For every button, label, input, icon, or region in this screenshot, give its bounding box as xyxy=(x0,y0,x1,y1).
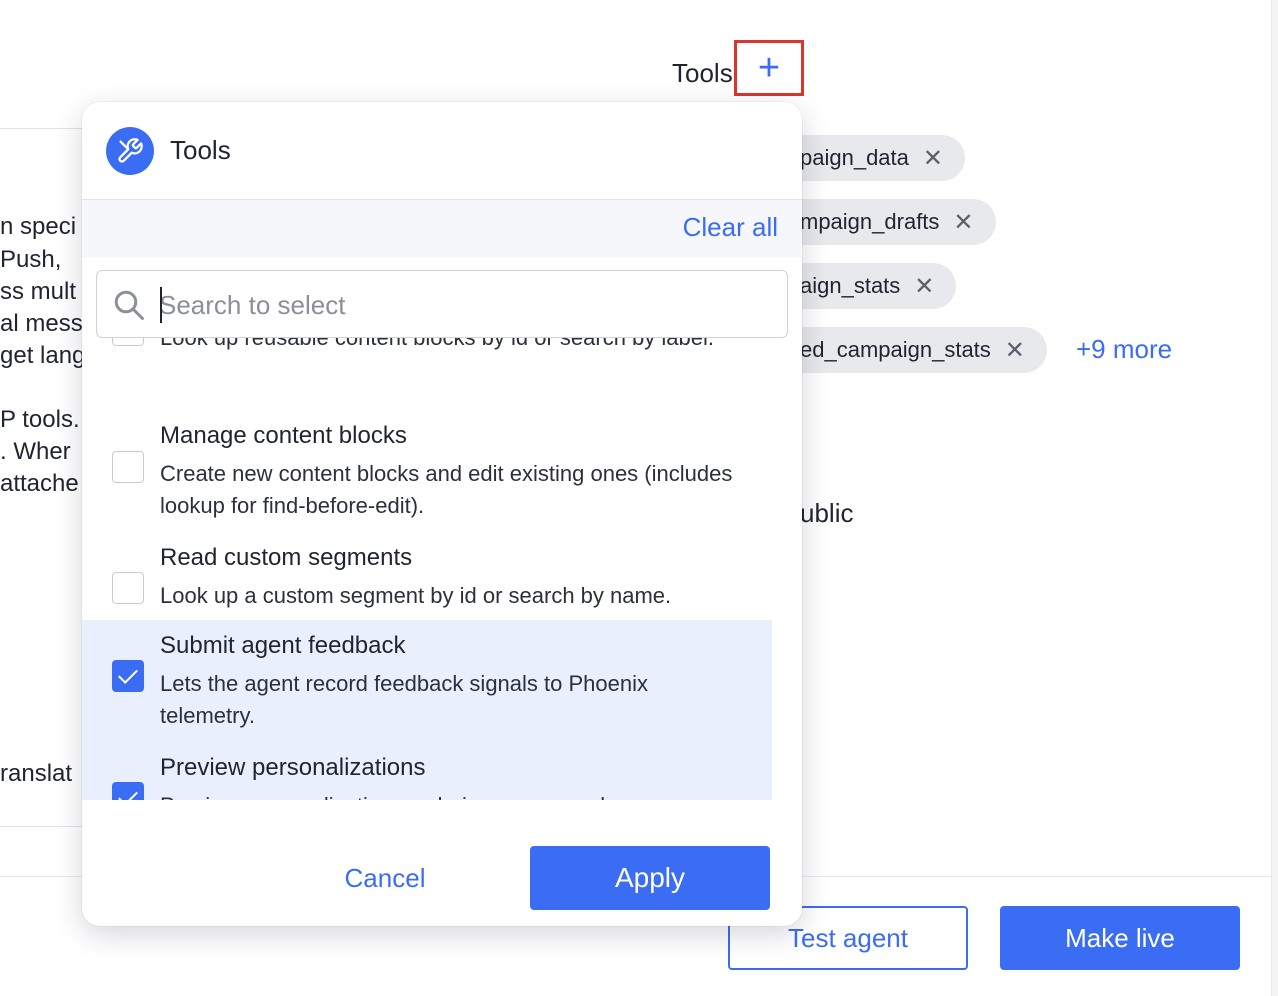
tools-icon xyxy=(106,127,154,175)
tool-option[interactable]: Manage content blocks Create new content… xyxy=(82,420,772,532)
tool-options-list[interactable]: Look up reusable content blocks by id or… xyxy=(82,338,772,800)
background-text-line: attache xyxy=(0,470,79,497)
tool-option[interactable]: Look up reusable content blocks by id or… xyxy=(82,338,772,408)
search-field[interactable] xyxy=(96,270,788,338)
cancel-button[interactable]: Cancel xyxy=(310,846,460,910)
search-input[interactable] xyxy=(159,285,759,325)
popover-header: Tools xyxy=(82,102,802,200)
text-caret xyxy=(160,287,162,323)
add-tool-button[interactable]: + xyxy=(734,40,804,96)
background-text-line: al mess xyxy=(0,310,83,337)
tool-checkbox[interactable] xyxy=(112,782,144,800)
clear-all-button[interactable]: Clear all xyxy=(683,212,778,243)
background-text-line: ss mult xyxy=(0,278,77,305)
popover-toolbar: Clear all xyxy=(82,200,802,258)
tools-popover: Tools Clear all Look up reusable content… xyxy=(82,102,802,926)
visibility-value: ublic xyxy=(800,498,854,528)
background-text-line: ranslat xyxy=(0,760,73,787)
popover-title: Tools xyxy=(170,135,231,165)
scrollbar-rail xyxy=(1272,0,1278,996)
tool-option-title: Preview personalizations xyxy=(160,754,426,781)
background-text-line: n speci xyxy=(0,213,77,240)
plus-icon: + xyxy=(757,47,781,89)
background-text-line: P tools. xyxy=(0,406,80,433)
search-icon xyxy=(114,290,144,320)
background-text-line: Push, xyxy=(0,246,62,273)
close-icon[interactable]: ✕ xyxy=(914,272,934,301)
tool-option-description: Create new content blocks and edit exist… xyxy=(160,461,733,518)
tool-option-title: Read custom segments xyxy=(160,544,413,571)
close-icon[interactable]: ✕ xyxy=(923,144,943,173)
tool-checkbox[interactable] xyxy=(112,660,144,692)
make-live-button[interactable]: Make live xyxy=(1000,906,1240,970)
tool-option-description: Lets the agent record feedback signals t… xyxy=(160,671,648,728)
tool-chip-label: mpaign_drafts xyxy=(800,209,940,234)
background-text-line: . Wher xyxy=(0,438,71,465)
tool-option-description: Look up reusable content blocks by id or… xyxy=(160,338,740,354)
close-icon[interactable]: ✕ xyxy=(953,208,973,237)
tool-checkbox[interactable] xyxy=(112,572,144,604)
apply-button[interactable]: Apply xyxy=(530,846,770,910)
tool-option-title: Submit agent feedback xyxy=(160,632,406,659)
tool-chip-label: paign_data xyxy=(800,145,909,170)
tool-checkbox[interactable] xyxy=(112,451,144,483)
tool-chip-label: aign_stats xyxy=(800,273,901,298)
tool-option-description: Look up a custom segment by id or search… xyxy=(160,583,672,608)
tool-option[interactable]: Read custom segments Look up a custom se… xyxy=(82,542,772,622)
tool-option[interactable]: Preview personalizations Preview persona… xyxy=(82,744,772,800)
tool-chip-label: ed_campaign_stats xyxy=(800,337,991,362)
more-tools-link[interactable]: +9 more xyxy=(1076,334,1172,365)
tools-section-label: Tools xyxy=(672,58,733,88)
agent-editor-page: n speci Push, ss mult al mess get lang P… xyxy=(0,0,1278,996)
tool-checkbox[interactable] xyxy=(112,338,144,346)
close-icon[interactable]: ✕ xyxy=(1005,336,1025,365)
tool-option-description: Preview personalization rendering on a s… xyxy=(160,790,740,800)
tool-option-title: Manage content blocks xyxy=(160,422,407,449)
background-text-line: get lang xyxy=(0,342,86,369)
tool-chip: ed_campaign_stats ✕ xyxy=(760,327,1047,373)
tool-option[interactable]: Submit agent feedback Lets the agent rec… xyxy=(82,620,772,744)
panel-border xyxy=(1271,0,1272,996)
